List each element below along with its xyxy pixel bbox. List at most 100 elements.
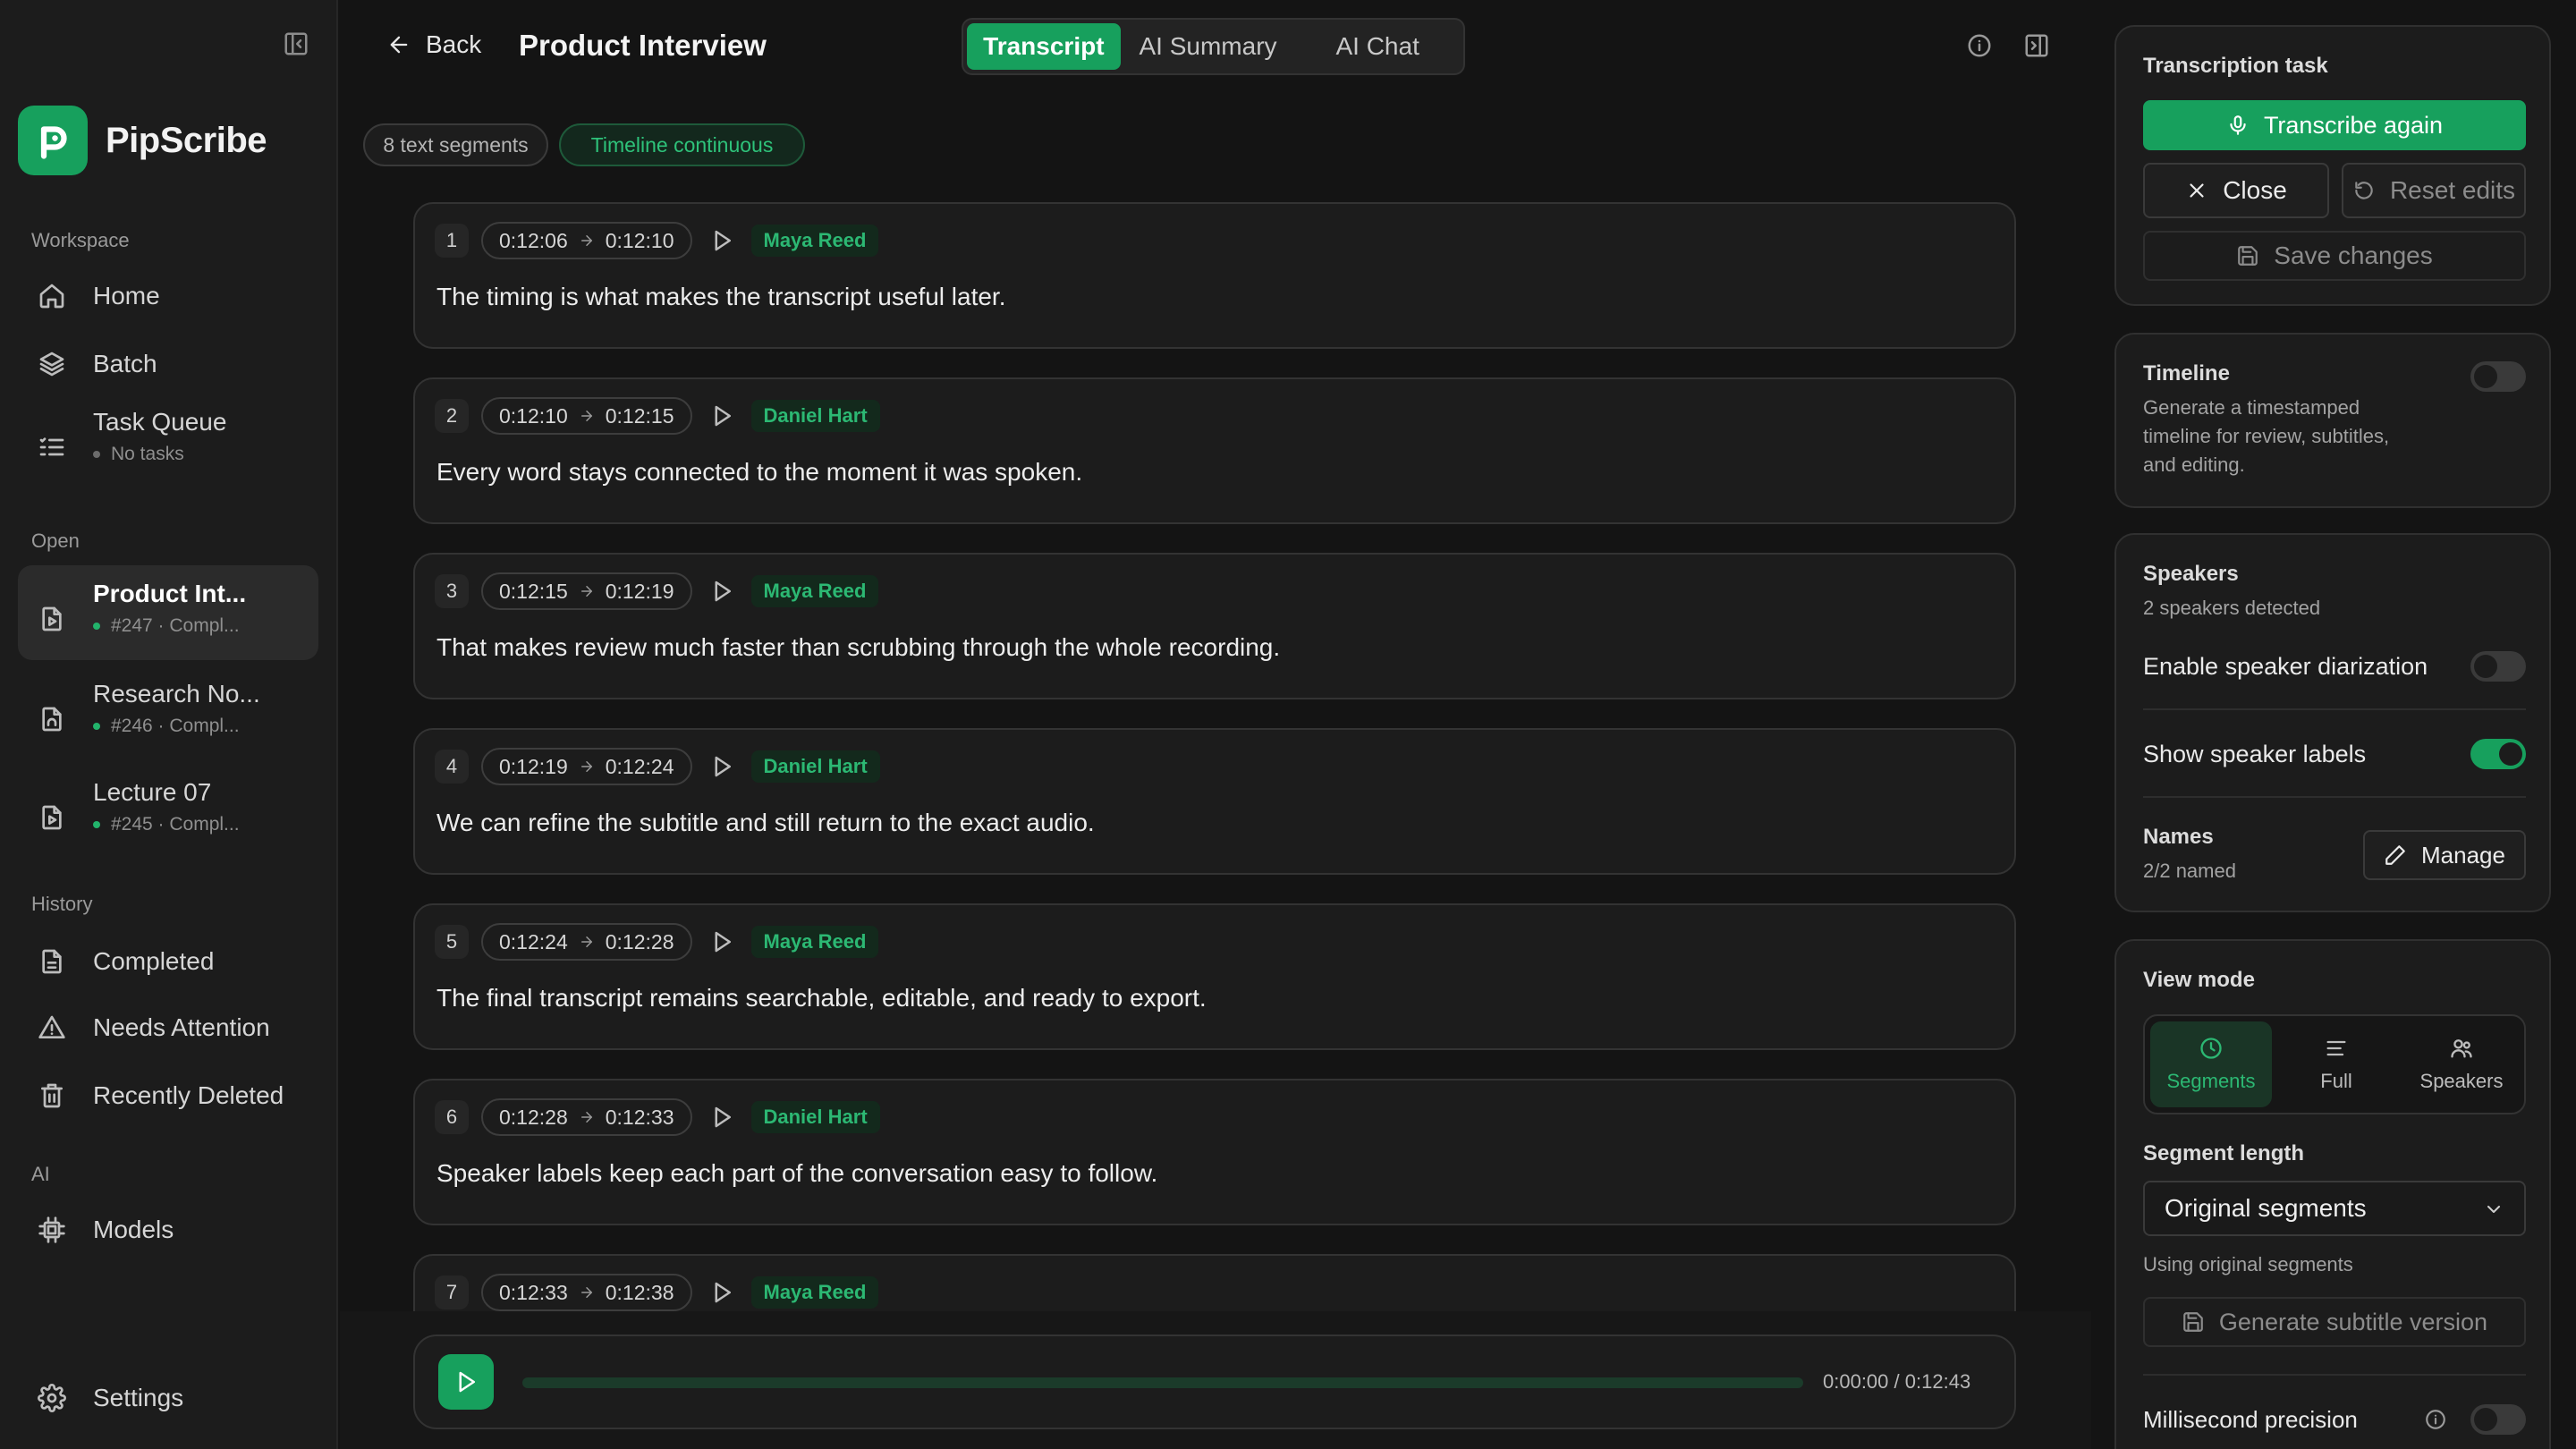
play-icon[interactable] (708, 928, 735, 955)
segment-timestamp[interactable]: 0:12:28 0:12:33 (481, 1098, 692, 1136)
sidebar-item-batch[interactable]: Batch (18, 343, 318, 385)
segment-text[interactable]: That makes review much faster than scrub… (436, 633, 1280, 662)
sidebar-item-label: Home (93, 282, 160, 309)
segment-start: 0:12:28 (499, 1105, 568, 1129)
speaker-label[interactable]: Maya Reed (750, 225, 879, 257)
view-mode-segments[interactable]: Segments (2150, 1021, 2272, 1107)
segment-count-chip: 8 text segments (363, 123, 548, 166)
timeline-card: Timeline Generate a timestamped timeline… (2114, 333, 2551, 508)
segment-card[interactable]: 4 0:12:19 0:12:24 Daniel Hart We can ref… (413, 728, 2016, 875)
segment-timestamp[interactable]: 0:12:10 0:12:15 (481, 397, 692, 435)
chevron-down-icon (2487, 1206, 2500, 1213)
sidebar-item-task-queue[interactable]: Task Queue No tasks (18, 408, 318, 479)
reset-edits-button[interactable]: Reset edits (2342, 163, 2526, 218)
play-icon[interactable] (708, 753, 735, 780)
names-title: Names (2143, 825, 2214, 849)
document-headphones-icon (42, 707, 62, 732)
play-icon[interactable] (708, 402, 735, 429)
play-icon[interactable] (708, 227, 735, 254)
speaker-label[interactable]: Daniel Hart (750, 1101, 880, 1133)
panel-toggle-icon[interactable] (2023, 32, 2050, 59)
segment-number: 6 (435, 1100, 469, 1134)
speaker-label[interactable]: Maya Reed (750, 1276, 879, 1309)
timeline-description: Generate a timestamped timeline for revi… (2143, 396, 2390, 476)
segment-end: 0:12:24 (605, 754, 674, 778)
player-play-button[interactable] (438, 1354, 494, 1410)
chip-icon (38, 1216, 65, 1243)
segment-card[interactable]: 5 0:12:24 0:12:28 Maya Reed The final tr… (413, 903, 2016, 1050)
tab-transcript[interactable]: Transcript (967, 23, 1121, 70)
card-title: Timeline (2143, 361, 2230, 386)
diarization-toggle[interactable] (2470, 651, 2526, 682)
segment-timestamp[interactable]: 0:12:06 0:12:10 (481, 222, 692, 259)
segment-number: 3 (435, 574, 469, 608)
view-mode-full[interactable]: Full (2275, 1021, 2397, 1107)
segment-timestamp[interactable]: 0:12:24 0:12:28 (481, 923, 692, 961)
arrow-right-icon (580, 586, 592, 597)
play-icon (459, 1371, 475, 1393)
section-open: Open (31, 530, 80, 552)
ms-precision-toggle[interactable] (2470, 1404, 2526, 1435)
open-file-status: #247 · Compl... (93, 615, 246, 637)
sidebar-item-open-file[interactable]: Lecture 07 #245 · Compl... (18, 771, 318, 857)
sidebar-item-recently-deleted[interactable]: Recently Deleted (18, 1075, 318, 1116)
speaker-labels-toggle[interactable] (2470, 739, 2526, 769)
divider (2143, 708, 2526, 710)
open-file-status: #246 · Compl... (93, 716, 260, 737)
speaker-label[interactable]: Maya Reed (750, 575, 879, 607)
sidebar-item-needs-attention[interactable]: Needs Attention (18, 1007, 318, 1048)
sidebar-item-label: Needs Attention (93, 1013, 270, 1041)
open-file-status: #245 · Compl... (93, 814, 240, 835)
tab-ai-chat[interactable]: AI Chat (1295, 23, 1460, 70)
sidebar-item-models[interactable]: Models (18, 1209, 318, 1250)
segment-card[interactable]: 2 0:12:10 0:12:15 Daniel Hart Every word… (413, 377, 2016, 524)
play-icon[interactable] (708, 578, 735, 605)
arrow-left-icon (390, 36, 408, 54)
segment-length-title: Segment length (2143, 1141, 2305, 1165)
sidebar-item-home[interactable]: Home (18, 275, 318, 317)
sidebar-item-completed[interactable]: Completed (18, 941, 318, 982)
segment-number: 5 (435, 925, 469, 959)
segment-timestamp[interactable]: 0:12:19 0:12:24 (481, 748, 692, 785)
sidebar-item-label: Models (93, 1216, 174, 1243)
back-button[interactable]: Back (386, 30, 481, 59)
segment-timestamp[interactable]: 0:12:33 0:12:38 (481, 1274, 692, 1311)
sidebar-collapse-icon[interactable] (283, 30, 309, 57)
segment-card[interactable]: 7 0:12:33 0:12:38 Maya Reed A subtitle v… (413, 1254, 2016, 1318)
segment-end: 0:12:10 (605, 228, 674, 252)
transcribe-again-button[interactable]: Transcribe again (2143, 100, 2526, 150)
sidebar-item-open-file[interactable]: Research No... #246 · Compl... (18, 673, 318, 758)
segment-timestamp[interactable]: 0:12:15 0:12:19 (481, 572, 692, 610)
segment-length-select[interactable]: Original segments (2143, 1181, 2526, 1236)
segment-card[interactable]: 1 0:12:06 0:12:10 Maya Reed The timing i… (413, 202, 2016, 349)
manage-names-button[interactable]: Manage (2363, 830, 2526, 880)
segment-text[interactable]: The timing is what makes the transcript … (436, 283, 1006, 311)
play-icon[interactable] (708, 1104, 735, 1131)
sidebar-item-settings[interactable]: Settings (18, 1377, 318, 1419)
info-icon[interactable] (1966, 32, 1993, 59)
tab-ai-summary[interactable]: AI Summary (1121, 23, 1296, 70)
segment-text[interactable]: We can refine the subtitle and still ret… (436, 809, 1095, 837)
generate-subtitle-button[interactable]: Generate subtitle version (2143, 1297, 2526, 1347)
arrow-right-icon (580, 235, 592, 246)
close-button[interactable]: Close (2143, 163, 2329, 218)
segment-card[interactable]: 3 0:12:15 0:12:19 Maya Reed That makes r… (413, 553, 2016, 699)
sidebar-item-open-file[interactable]: Product Int... #247 · Compl... (18, 565, 318, 660)
info-icon[interactable] (2424, 1408, 2447, 1431)
speaker-label[interactable]: Daniel Hart (750, 750, 880, 783)
play-icon[interactable] (708, 1279, 735, 1306)
card-title: Transcription task (2143, 54, 2328, 78)
speakers-detected: 2 speakers detected (2143, 597, 2321, 619)
save-changes-button[interactable]: Save changes (2143, 231, 2526, 281)
sidebar-item-label: Settings (93, 1384, 184, 1411)
segment-end: 0:12:33 (605, 1105, 674, 1129)
player-progress-bar[interactable] (522, 1377, 1803, 1388)
view-mode-speakers[interactable]: Speakers (2401, 1021, 2522, 1107)
segment-card[interactable]: 6 0:12:28 0:12:33 Daniel Hart Speaker la… (413, 1079, 2016, 1225)
segment-text[interactable]: The final transcript remains searchable,… (436, 984, 1207, 1013)
segment-text[interactable]: Speaker labels keep each part of the con… (436, 1159, 1157, 1188)
speaker-label[interactable]: Daniel Hart (750, 400, 880, 432)
segment-text[interactable]: Every word stays connected to the moment… (436, 458, 1082, 487)
speaker-label[interactable]: Maya Reed (750, 926, 879, 958)
timeline-toggle[interactable] (2470, 361, 2526, 392)
